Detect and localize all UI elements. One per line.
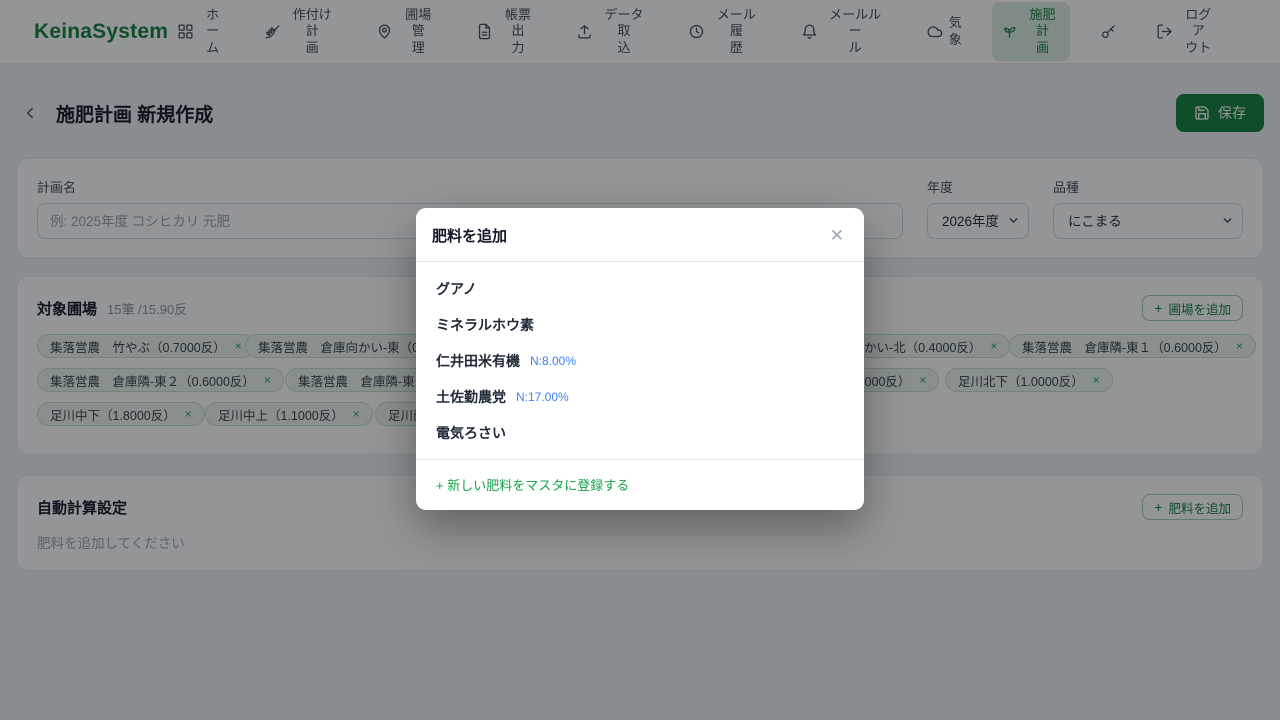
fertilizer-item[interactable]: グアノ	[416, 271, 864, 307]
fertilizer-item[interactable]: 土佐勤農党 N:17.00%	[416, 379, 864, 415]
fertilizer-list: グアノミネラルホウ素仁井田米有機 N:8.00% 土佐勤農党 N:17.00% 電気ろさ…	[416, 262, 864, 459]
add-fertilizer-modal: 肥料を追加 ✕ グアノミネラルホウ素仁井田米有機 N:8.00% 土佐勤農党 N:17…	[416, 208, 864, 510]
fertilizer-item[interactable]: 電気ろさい	[416, 415, 864, 451]
fertilizer-n-percent: N:17.00%	[516, 390, 569, 404]
fertilizer-name: グアノ	[436, 279, 477, 299]
fertilizer-name: 仁井田米有機	[436, 351, 520, 371]
fertilizer-name: 土佐勤農党	[436, 387, 506, 407]
fertilizer-n-percent: N:8.00%	[530, 354, 576, 368]
close-icon[interactable]: ✕	[830, 227, 844, 244]
register-new-fertilizer-link[interactable]: + 新しい肥料をマスタに登録する	[436, 478, 629, 493]
modal-title: 肥料を追加	[432, 225, 507, 246]
fertilizer-item[interactable]: 仁井田米有機 N:8.00%	[416, 343, 864, 379]
fertilizer-name: 電気ろさい	[436, 423, 506, 443]
fertilizer-name: ミネラルホウ素	[436, 315, 534, 335]
fertilizer-item[interactable]: ミネラルホウ素	[416, 307, 864, 343]
